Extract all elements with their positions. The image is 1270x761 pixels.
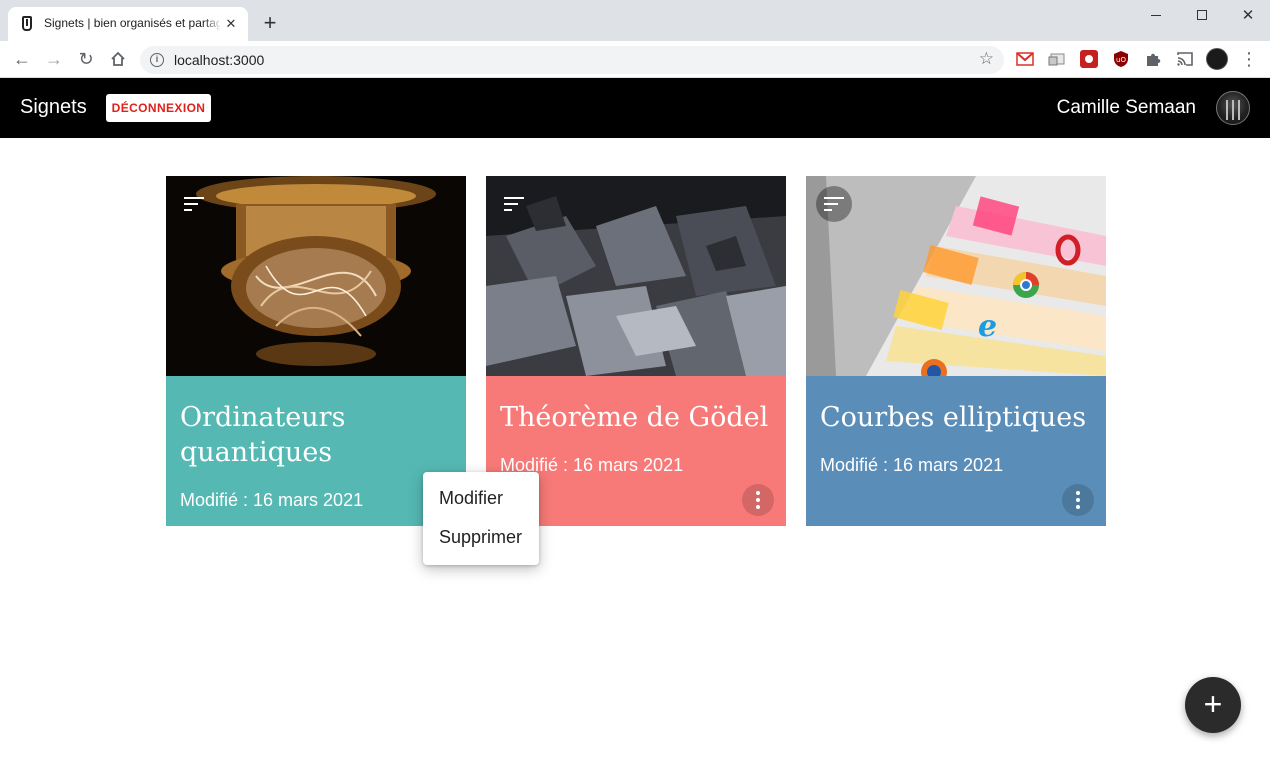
ublock-extension-icon[interactable]: uO	[1112, 50, 1130, 68]
svg-text:uO: uO	[1116, 56, 1126, 64]
sort-line	[504, 203, 518, 205]
svg-text:e: e	[978, 309, 997, 344]
menu-item-modifier[interactable]: Modifier	[423, 480, 539, 519]
card-body: Ordinateurs quantiques Modifié : 16 mars…	[166, 376, 466, 526]
card-context-menu: Modifier Supprimer	[423, 472, 539, 565]
minimize-icon	[1151, 14, 1161, 16]
card-date: Modifié : 16 mars 2021	[820, 455, 1004, 475]
more-dot	[1076, 498, 1080, 502]
avatar-pillar	[1238, 100, 1240, 120]
sort-line	[504, 197, 524, 199]
bookmark-favicon-icon	[22, 16, 32, 31]
avatar[interactable]	[1216, 91, 1250, 125]
card-date: Modifié : 16 mars 2021	[180, 490, 364, 510]
puzzle-extensions-icon[interactable]	[1144, 50, 1162, 68]
sort-line	[184, 209, 192, 211]
reload-icon[interactable]: ↻	[74, 47, 98, 71]
back-arrow-icon[interactable]: ←	[10, 47, 34, 71]
site-info-icon[interactable]: i	[150, 53, 164, 67]
cast-extension-icon[interactable]	[1048, 50, 1066, 68]
media-cast-icon[interactable]	[1176, 50, 1194, 68]
browser-tabstrip: Signets | bien organisés et partagés ✕ +…	[0, 0, 1270, 41]
app-header: Signets DÉCONNEXION Camille Semaan	[0, 78, 1270, 138]
forward-arrow-icon[interactable]: →	[42, 47, 66, 71]
card-title: Ordinateurs quantiques	[180, 402, 346, 468]
maximize-icon	[1197, 10, 1207, 20]
close-icon: ✕	[1241, 7, 1255, 24]
app-title: Signets	[20, 96, 87, 118]
browser-tab[interactable]: Signets | bien organisés et partagés ✕	[8, 7, 248, 41]
tab-close-icon[interactable]: ✕	[222, 15, 240, 33]
browser-toolbar: ← → ↻ i localhost:3000 ☆ uO ⋮	[0, 41, 1270, 78]
window-close-button[interactable]: ✕	[1225, 0, 1270, 30]
sort-icon[interactable]	[816, 186, 852, 222]
address-bar[interactable]: i localhost:3000 ☆	[140, 46, 1004, 74]
more-dot	[1076, 491, 1080, 495]
avatar-pillar	[1226, 100, 1228, 120]
card-body: Courbes elliptiques Modifié : 16 mars 20…	[806, 376, 1106, 526]
tab-title: Signets | bien organisés et partagés	[44, 16, 220, 30]
bookmark-star-icon[interactable]: ☆	[979, 49, 994, 69]
card-image-godel	[486, 176, 786, 376]
sort-icon[interactable]	[496, 186, 532, 222]
more-options-button[interactable]	[742, 484, 774, 516]
browser-menu-icon[interactable]: ⋮	[1240, 48, 1258, 70]
add-folder-button[interactable]: +	[1185, 677, 1241, 733]
sort-line	[824, 209, 832, 211]
gmail-extension-icon[interactable]	[1016, 50, 1034, 68]
tab-title-fade	[204, 13, 222, 35]
more-dot	[1076, 505, 1080, 509]
folder-card[interactable]: e Courbes elliptiques Modifié : 16 mars …	[806, 176, 1106, 526]
more-options-button[interactable]	[1062, 484, 1094, 516]
sort-icon[interactable]	[176, 186, 212, 222]
sort-line	[824, 197, 844, 199]
card-title: Courbes elliptiques	[820, 402, 1087, 433]
red-extension-icon[interactable]	[1080, 50, 1098, 68]
menu-item-supprimer[interactable]: Supprimer	[423, 519, 539, 558]
card-title: Théorème de Gödel	[500, 402, 769, 433]
user-name: Camille Semaan	[1056, 97, 1196, 118]
card-image-bookmarks: e	[806, 176, 1106, 385]
window-minimize-button[interactable]	[1133, 0, 1179, 30]
browser-profile-icon[interactable]	[1206, 48, 1228, 70]
card-image-quantum	[166, 176, 466, 376]
folder-card[interactable]: Ordinateurs quantiques Modifié : 16 mars…	[166, 176, 466, 526]
more-dot	[756, 498, 760, 502]
new-tab-button[interactable]: +	[258, 12, 282, 36]
sort-line	[184, 197, 204, 199]
logout-button[interactable]: DÉCONNEXION	[106, 94, 211, 122]
more-dot	[756, 491, 760, 495]
url-text: localhost:3000	[174, 52, 265, 68]
sort-line	[504, 209, 512, 211]
sort-line	[184, 203, 198, 205]
window-maximize-button[interactable]	[1179, 0, 1225, 30]
sort-line	[824, 203, 838, 205]
home-icon[interactable]	[106, 47, 130, 71]
avatar-pillar	[1232, 100, 1234, 120]
more-dot	[756, 505, 760, 509]
